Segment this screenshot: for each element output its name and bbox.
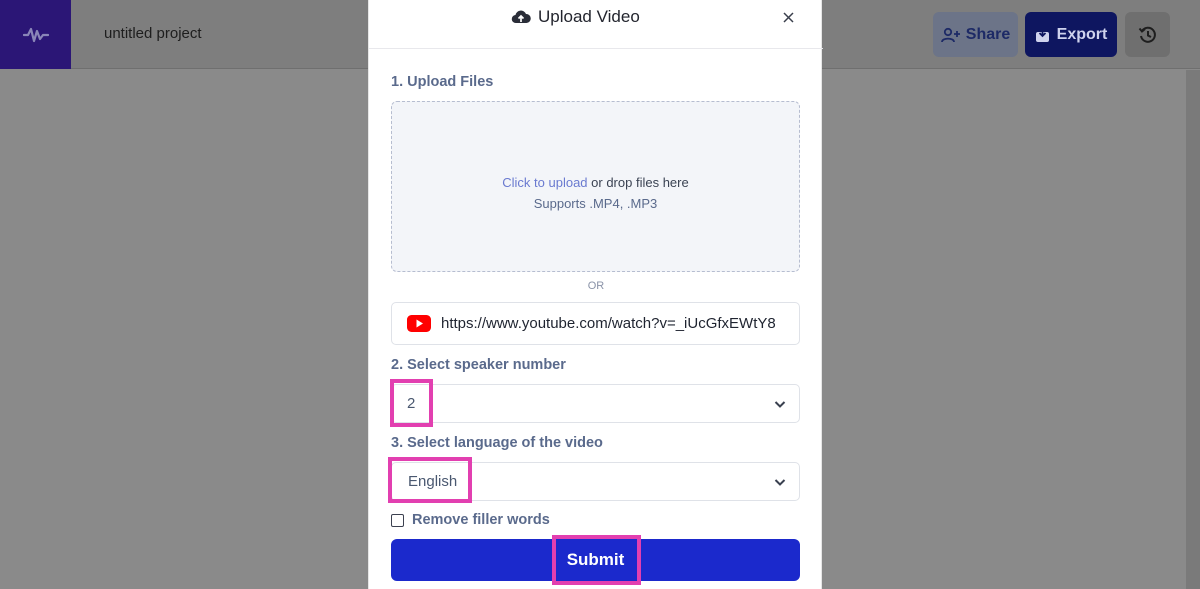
- click-to-upload-link[interactable]: Click to upload: [502, 175, 587, 190]
- modal-header: Upload Video: [369, 0, 823, 49]
- file-dropzone[interactable]: Click to upload or drop files here Suppo…: [391, 101, 800, 272]
- history-button[interactable]: [1125, 12, 1170, 57]
- or-divider: OR: [587, 280, 605, 292]
- chevron-down-icon: [774, 401, 786, 408]
- step3-label: 3. Select language of the video: [391, 435, 603, 451]
- history-icon: [1138, 26, 1156, 43]
- chevron-down-icon: [774, 479, 786, 486]
- remove-filler-checkbox[interactable]: [391, 513, 404, 527]
- waveform-logo-icon: [22, 27, 49, 42]
- submit-label: Submit: [566, 550, 625, 569]
- cloud-upload-icon: [511, 10, 531, 24]
- remove-filler-label: Remove filler words: [412, 512, 550, 528]
- step2-label: 2. Select speaker number: [391, 357, 566, 373]
- step1-label: 1. Upload Files: [391, 74, 494, 90]
- speaker-number-select[interactable]: 2: [391, 384, 800, 423]
- dropzone-instruction-rest: or drop files here: [587, 174, 689, 190]
- modal-title-text: Upload Video: [538, 7, 640, 26]
- close-icon: [782, 11, 794, 23]
- share-button[interactable]: Share: [933, 12, 1018, 57]
- highlight-speaker-number: [390, 379, 433, 427]
- page-scrollbar[interactable]: [1186, 70, 1200, 589]
- app-logo[interactable]: [0, 0, 71, 69]
- export-icon: [1035, 27, 1049, 42]
- youtube-url-input[interactable]: https://www.youtube.com/watch?v=_iUcGfxE…: [391, 302, 800, 345]
- share-user-icon: [940, 27, 960, 42]
- export-label: Export: [1056, 25, 1108, 43]
- project-name[interactable]: untitled project: [104, 25, 202, 42]
- remove-filler-row[interactable]: Remove filler words: [391, 512, 550, 528]
- export-button[interactable]: Export: [1025, 12, 1117, 57]
- modal-title: Upload Video: [511, 7, 640, 27]
- dropzone-instruction: Click to upload or drop files here: [502, 175, 688, 190]
- close-button[interactable]: [779, 8, 797, 26]
- share-label: Share: [965, 25, 1011, 43]
- highlight-language: [388, 457, 472, 503]
- youtube-url-value: https://www.youtube.com/watch?v=_iUcGfxE…: [441, 315, 776, 332]
- upload-video-modal: Upload Video 1. Upload Files Click to up…: [368, 0, 823, 589]
- dropzone-formats: Supports .MP4, .MP3: [533, 195, 658, 211]
- youtube-icon: [407, 315, 431, 332]
